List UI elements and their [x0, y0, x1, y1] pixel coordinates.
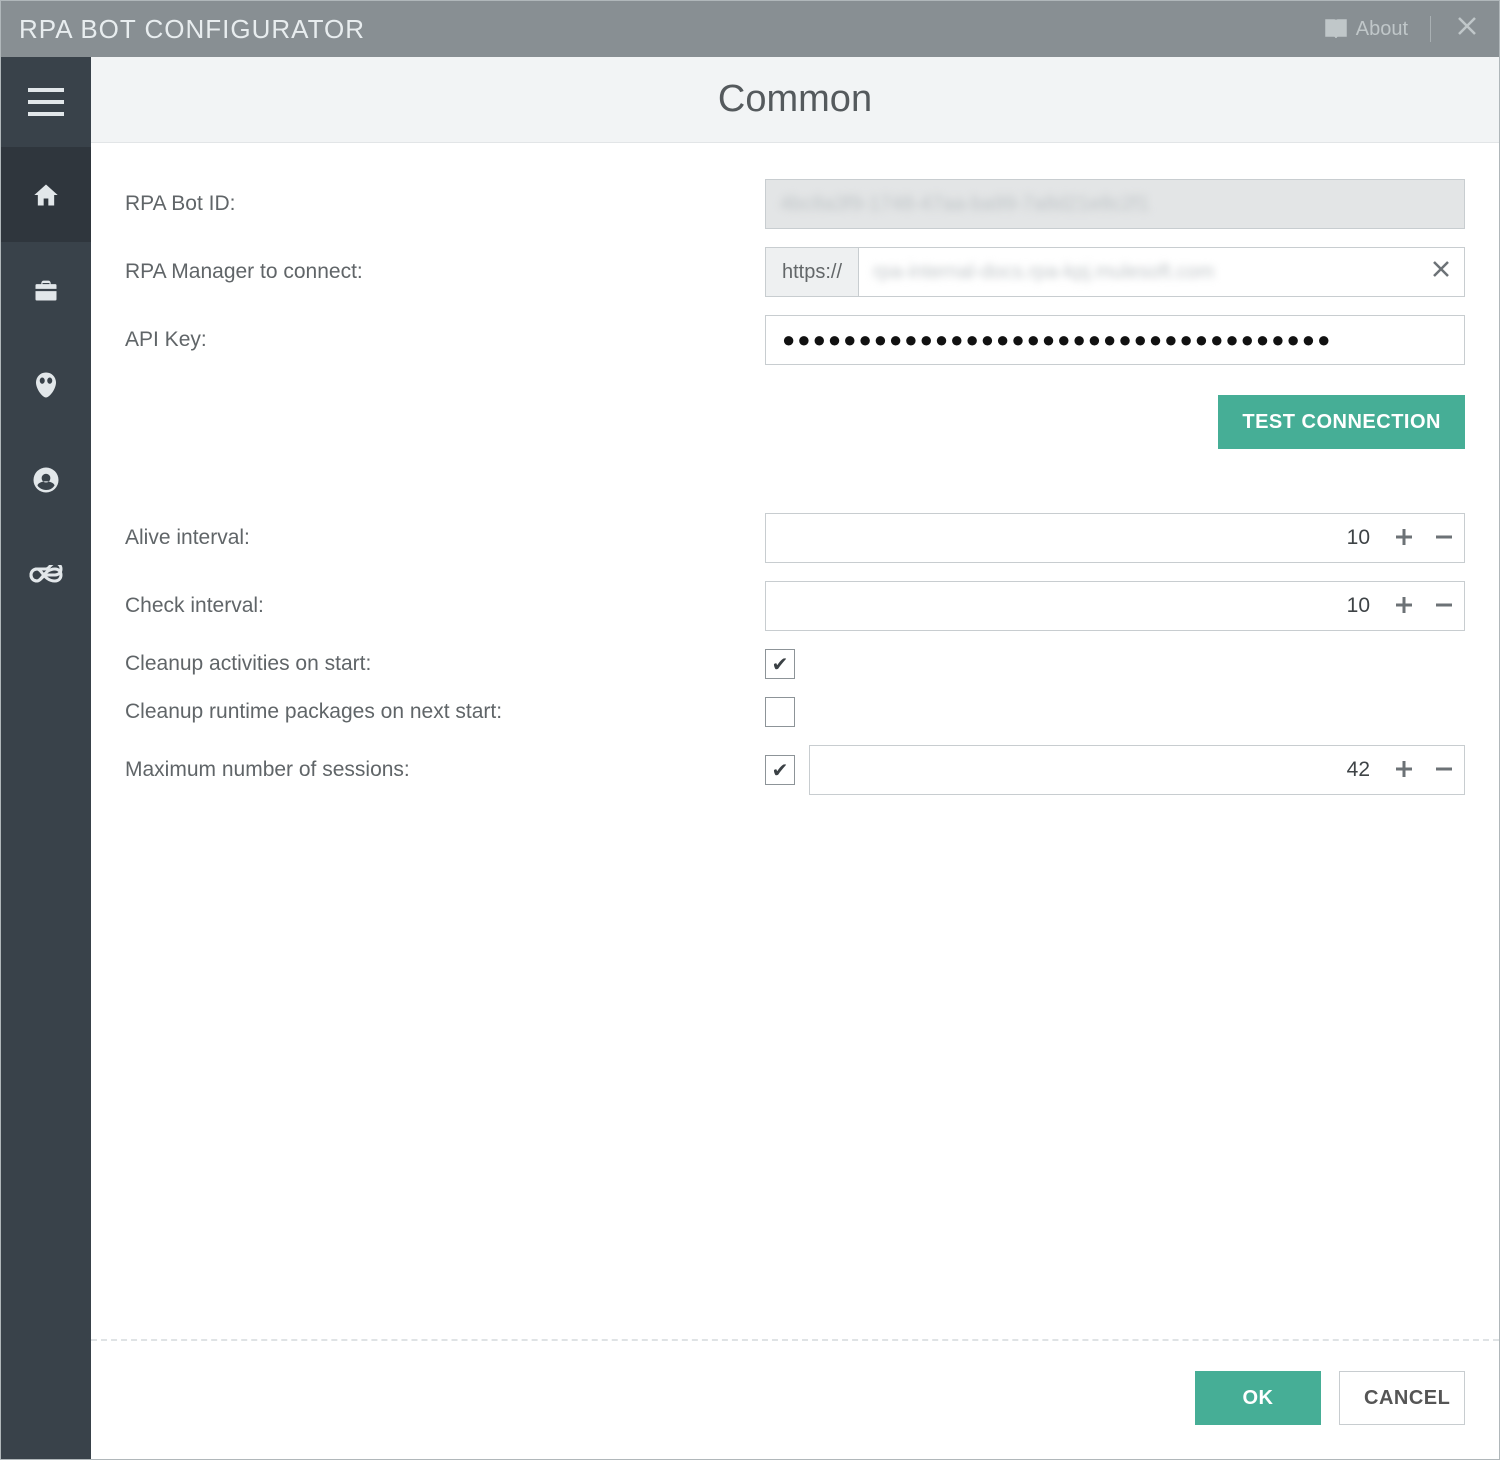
check-interval-plus-icon[interactable] [1384, 591, 1424, 622]
cleanup-activities-checkbox[interactable] [765, 649, 795, 679]
alive-interval-plus-icon[interactable] [1384, 523, 1424, 554]
label-manager: RPA Manager to connect: [125, 260, 765, 284]
alive-interval-minus-icon[interactable] [1424, 523, 1464, 554]
page-header: Common [91, 57, 1499, 143]
manager-field[interactable]: https:// rpa-internal-docs.rpa-kpj.mules… [765, 247, 1465, 297]
max-sessions-field[interactable] [809, 745, 1465, 795]
about-label: About [1356, 18, 1408, 41]
nav-alien[interactable] [1, 337, 91, 432]
row-alive-interval: Alive interval: [125, 513, 1465, 563]
manager-value: rpa-internal-docs.rpa-kpj.mulesoft.com [859, 261, 1418, 284]
nav-infinity[interactable] [1, 527, 91, 622]
api-key-field[interactable]: ●●●●●●●●●●●●●●●●●●●●●●●●●●●●●●●●●●●● [765, 315, 1465, 365]
close-button[interactable] [1453, 15, 1481, 44]
row-manager: RPA Manager to connect: https:// rpa-int… [125, 247, 1465, 297]
ok-button[interactable]: OK [1195, 1371, 1321, 1425]
row-bot-id: RPA Bot ID: 4bc8a3f9-1748-47aa-ba99-7a8d… [125, 179, 1465, 229]
row-test-connection: TEST CONNECTION [125, 395, 1465, 449]
alive-interval-input[interactable] [766, 514, 1384, 562]
row-api-key: API Key: ●●●●●●●●●●●●●●●●●●●●●●●●●●●●●●●… [125, 315, 1465, 365]
test-connection-button[interactable]: TEST CONNECTION [1218, 395, 1465, 449]
book-icon [1324, 18, 1348, 40]
body: Common RPA Bot ID: 4bc8a3f9-1748-47aa-ba… [1, 57, 1499, 1459]
cancel-button[interactable]: CANCEL [1339, 1371, 1465, 1425]
titlebar-right: About [1324, 15, 1481, 44]
check-interval-field[interactable] [765, 581, 1465, 631]
label-api-key: API Key: [125, 328, 765, 352]
api-key-value: ●●●●●●●●●●●●●●●●●●●●●●●●●●●●●●●●●●●● [766, 327, 1348, 353]
nav-briefcase[interactable] [1, 242, 91, 337]
max-sessions-checkbox[interactable] [765, 755, 795, 785]
max-sessions-minus-icon[interactable] [1424, 755, 1464, 786]
row-cleanup-runtime: Cleanup runtime packages on next start: [125, 697, 1465, 727]
main: Common RPA Bot ID: 4bc8a3f9-1748-47aa-ba… [91, 57, 1499, 1459]
manager-clear-icon[interactable] [1418, 258, 1464, 286]
check-interval-minus-icon[interactable] [1424, 591, 1464, 622]
label-cleanup-runtime: Cleanup runtime packages on next start: [125, 700, 765, 724]
alive-interval-field[interactable] [765, 513, 1465, 563]
row-cleanup-activities: Cleanup activities on start: [125, 649, 1465, 679]
label-alive-interval: Alive interval: [125, 526, 765, 550]
titlebar: RPA BOT CONFIGURATOR About [1, 1, 1499, 57]
menu-toggle[interactable] [1, 57, 91, 147]
label-check-interval: Check interval: [125, 594, 765, 618]
max-sessions-plus-icon[interactable] [1384, 755, 1424, 786]
nav-account[interactable] [1, 432, 91, 527]
check-interval-input[interactable] [766, 582, 1384, 630]
bot-id-value: 4bc8a3f9-1748-47aa-ba99-7a8d21e8c2f1 [766, 193, 1464, 216]
label-bot-id: RPA Bot ID: [125, 192, 765, 216]
max-sessions-input[interactable] [810, 746, 1384, 794]
titlebar-divider [1430, 16, 1431, 42]
footer: OK CANCEL [91, 1341, 1499, 1459]
page-title: Common [718, 78, 872, 121]
nav-home[interactable] [1, 147, 91, 242]
content: RPA Bot ID: 4bc8a3f9-1748-47aa-ba99-7a8d… [91, 143, 1499, 1339]
row-max-sessions: Maximum number of sessions: [125, 745, 1465, 795]
manager-scheme: https:// [766, 248, 859, 296]
sidebar [1, 57, 91, 1459]
about-link[interactable]: About [1324, 18, 1408, 41]
bot-id-field: 4bc8a3f9-1748-47aa-ba99-7a8d21e8c2f1 [765, 179, 1465, 229]
app-title: RPA BOT CONFIGURATOR [19, 14, 365, 45]
cleanup-runtime-checkbox[interactable] [765, 697, 795, 727]
label-max-sessions: Maximum number of sessions: [125, 758, 765, 782]
label-cleanup-activities: Cleanup activities on start: [125, 652, 765, 676]
row-check-interval: Check interval: [125, 581, 1465, 631]
